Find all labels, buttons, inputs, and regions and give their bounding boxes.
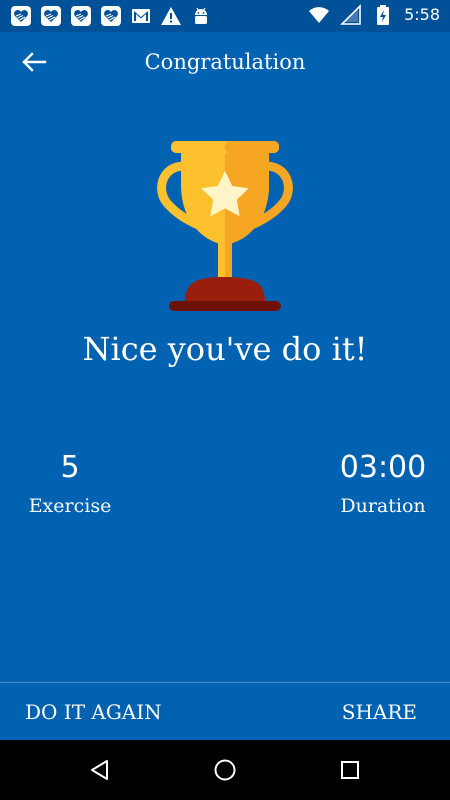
do-it-again-button[interactable]: DO IT AGAIN (25, 690, 162, 734)
back-button[interactable] (14, 44, 54, 80)
trophy-icon (157, 141, 293, 311)
exercise-count: 5 (60, 450, 80, 485)
signal-icon (340, 4, 361, 25)
congrats-message: Nice you've do it! (82, 330, 368, 368)
wifi-icon (309, 7, 330, 23)
warning-icon (161, 7, 181, 25)
recents-square-icon[interactable] (338, 758, 362, 782)
system-icons: 5:58 (308, 4, 440, 26)
status-bar: 5:58 (0, 0, 450, 32)
heart-app-icon (101, 6, 121, 26)
divider (0, 682, 450, 683)
app-bar: Congratulation (0, 32, 450, 92)
heart-app-icon (41, 6, 61, 26)
duration-label: Duration (340, 495, 426, 517)
share-button[interactable]: SHARE (342, 690, 417, 734)
navigation-bar (0, 740, 450, 800)
heart-app-icon (71, 6, 91, 26)
gmail-icon (132, 9, 150, 23)
exercise-stat: 5 Exercise (0, 448, 140, 522)
page-title: Congratulation (144, 50, 306, 74)
duration-stat: 03:00 Duration (313, 448, 450, 522)
battery-charging-icon (377, 5, 390, 25)
arrow-left-icon (22, 52, 47, 72)
exercise-label: Exercise (28, 495, 112, 517)
notification-icons (10, 5, 212, 27)
heart-app-icon (11, 6, 31, 26)
clock-time: 5:58 (404, 5, 440, 24)
duration-value: 03:00 (339, 450, 427, 485)
back-triangle-icon[interactable] (88, 758, 112, 782)
home-circle-icon[interactable] (213, 758, 237, 782)
android-icon (195, 7, 207, 24)
